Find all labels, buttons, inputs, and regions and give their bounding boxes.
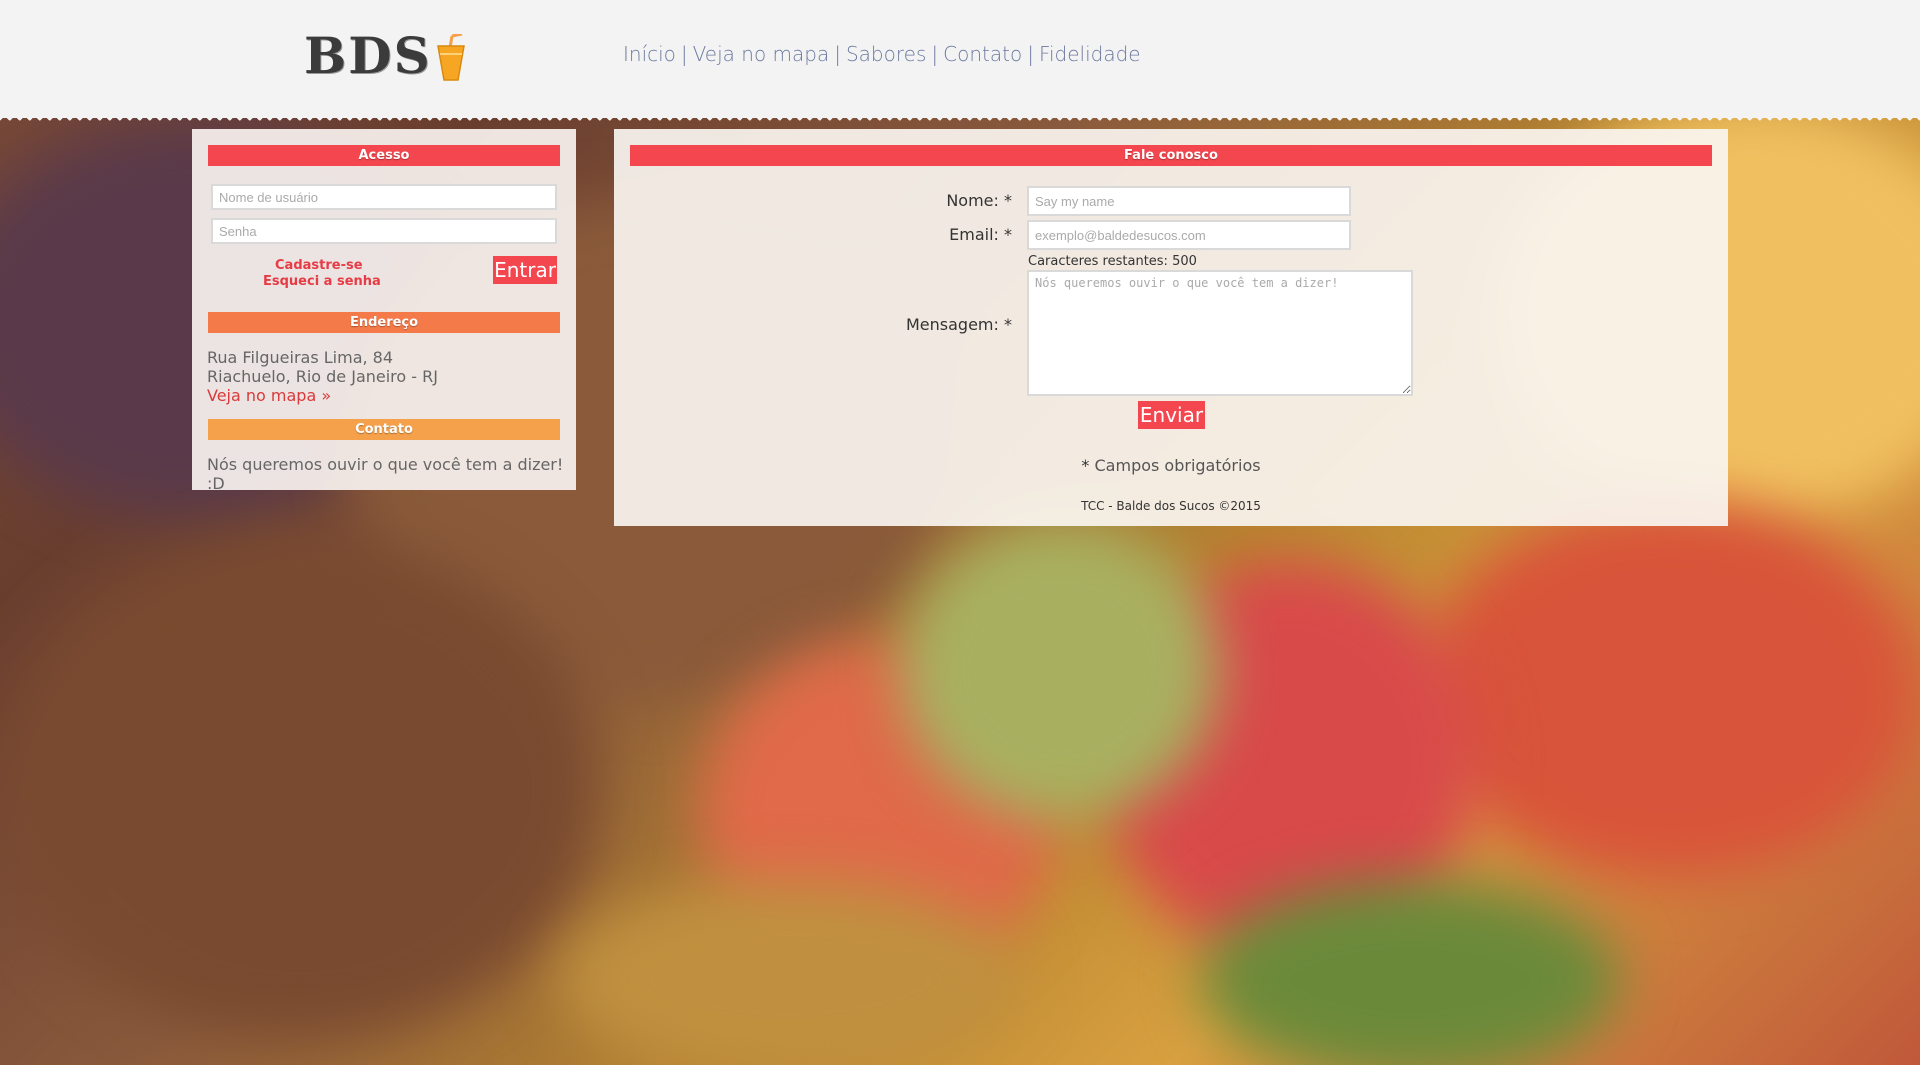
sidebar-panel: Acesso Cadastre-se Esqueci a senha Entra…: [192, 129, 576, 493]
register-link[interactable]: Cadastre-se: [275, 258, 363, 273]
address-section-title: Endereço: [208, 312, 560, 333]
site-logo[interactable]: BDS: [304, 30, 465, 82]
contact-form-title: Fale conosco: [630, 145, 1712, 166]
username-input[interactable]: [211, 184, 557, 210]
nav-separator: |: [834, 42, 841, 66]
nav-link-inicio[interactable]: Início: [623, 42, 676, 66]
chars-remaining: Caracteres restantes: 500: [1028, 254, 1197, 269]
name-label: Nome: *: [946, 191, 1012, 210]
email-input[interactable]: [1027, 220, 1351, 250]
nav-separator: |: [931, 42, 939, 66]
name-input[interactable]: [1027, 186, 1351, 216]
nav-separator: |: [680, 42, 688, 66]
address-line-2: Riachuelo, Rio de Janeiro - RJ: [207, 367, 438, 386]
address-map-link[interactable]: Veja no mapa »: [207, 386, 331, 405]
nav-link-sabores[interactable]: Sabores: [846, 42, 926, 66]
contact-panel: Fale conosco Nome: * Email: * Caracteres…: [614, 129, 1728, 526]
email-label: Email: *: [949, 225, 1012, 244]
nav-link-fidelidade[interactable]: Fidelidade: [1039, 42, 1141, 66]
login-section-title: Acesso: [208, 145, 560, 166]
site-header: BDS Início | Veja no mapa | Sabores | Contato |…: [0, 0, 1920, 126]
login-button[interactable]: Entrar: [493, 256, 557, 284]
forgot-password-link[interactable]: Esqueci a senha: [263, 274, 381, 289]
contact-section-title: Contato: [208, 419, 560, 440]
message-label: Mensagem: *: [906, 315, 1012, 334]
juice-cup-icon: [437, 34, 465, 81]
password-input[interactable]: [211, 218, 557, 244]
logo-text: BDS: [304, 26, 432, 85]
message-textarea[interactable]: [1027, 270, 1413, 396]
nav-separator: |: [1027, 42, 1034, 66]
send-button[interactable]: Enviar: [1138, 401, 1205, 429]
nav-link-contato[interactable]: Contato: [943, 42, 1022, 66]
footer-text: TCC - Balde dos Sucos ©2015: [1081, 499, 1261, 513]
address-line-1: Rua Filgueiras Lima, 84: [207, 348, 394, 367]
required-note: * Campos obrigatórios: [1081, 456, 1261, 475]
main-nav: Início | Veja no mapa | Sabores | Contato | Fide…: [623, 42, 1141, 66]
contact-text: Nós queremos ouvir o que você tem a dize…: [207, 455, 564, 493]
nav-link-veja-no-mapa[interactable]: Veja no mapa: [693, 42, 830, 66]
